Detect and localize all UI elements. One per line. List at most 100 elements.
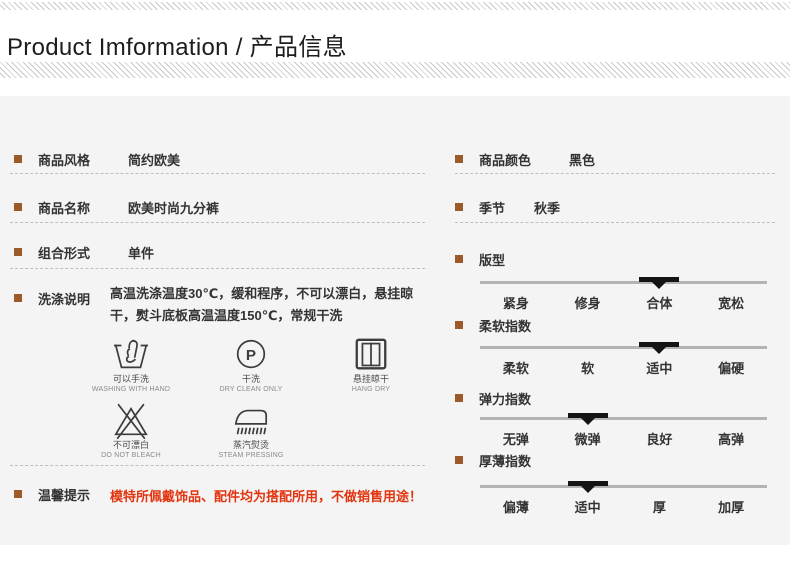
product-info-page: Product Imformation / 产品信息 商品风格 简约欧美 商品名… bbox=[0, 0, 790, 584]
slider-options: 柔软 软 适中 偏硬 bbox=[480, 358, 767, 377]
attr-label: 商品颜色 bbox=[479, 152, 532, 168]
attr-row-color: 商品颜色 黑色 bbox=[455, 151, 596, 168]
attr-row-elasticity: 弹力指数 bbox=[455, 390, 532, 407]
bullet-square-icon bbox=[14, 294, 22, 302]
wash-care-label-en: HANG DRY bbox=[351, 386, 391, 393]
wash-care-label-zh: 可以手洗 bbox=[112, 374, 149, 384]
slider-marker-icon bbox=[639, 342, 680, 354]
bullet-square-icon bbox=[14, 248, 22, 256]
slider-option: 无弹 bbox=[502, 432, 529, 447]
warm-tips-text: 模特所佩戴饰品、配件均为搭配所用，不做销售用途！ bbox=[110, 489, 423, 504]
elasticity-slider: 无弹 微弹 良好 高弹 bbox=[480, 413, 767, 451]
top-hatch-stripe bbox=[0, 2, 790, 10]
attr-label: 组合形式 bbox=[38, 245, 91, 261]
wash-care-label-en: DO NOT BLEACH bbox=[101, 452, 161, 459]
slider-option: 加厚 bbox=[718, 500, 745, 515]
slider-track bbox=[480, 485, 767, 488]
slider-option: 修身 bbox=[574, 296, 601, 311]
softness-slider: 柔软 软 适中 偏硬 bbox=[480, 342, 767, 380]
slider-track bbox=[480, 346, 767, 349]
attr-row-name: 商品名称 欧美时尚九分裤 bbox=[14, 199, 220, 216]
bullet-square-icon bbox=[455, 456, 463, 464]
attr-label: 商品名称 bbox=[38, 200, 91, 216]
slider-option: 偏薄 bbox=[502, 500, 529, 515]
wash-care-label-en: DRY CLEAN ONLY bbox=[219, 386, 283, 393]
fit-slider: 紧身 修身 合体 宽松 bbox=[480, 277, 767, 315]
wash-care-label-en: WASHING WITH HAND bbox=[91, 386, 171, 393]
attr-row-thickness: 厚薄指数 bbox=[455, 452, 532, 469]
slider-option: 软 bbox=[581, 361, 595, 376]
bullet-square-icon bbox=[455, 203, 463, 211]
wash-care-label-zh: 干洗 bbox=[241, 374, 260, 384]
attr-row-style: 商品风格 简约欧美 bbox=[14, 151, 181, 168]
dashed-divider bbox=[455, 173, 775, 174]
slider-marker-icon bbox=[567, 413, 608, 425]
slider-track bbox=[480, 417, 767, 420]
slider-option: 紧身 bbox=[502, 296, 529, 311]
slider-option: 良好 bbox=[646, 432, 673, 447]
bullet-square-icon bbox=[455, 321, 463, 329]
attr-row-washing: 洗涤说明 bbox=[14, 290, 91, 307]
slider-option: 微弹 bbox=[574, 432, 601, 447]
attr-label: 洗涤说明 bbox=[38, 291, 91, 307]
attr-label: 商品风格 bbox=[38, 152, 91, 168]
slider-options: 偏薄 适中 厚 加厚 bbox=[480, 497, 767, 516]
washing-instructions-text: 高温洗涤温度30℃，缓和程序，不可以漂白，悬挂晾干，熨斗底板高温温度150℃，常… bbox=[110, 286, 414, 323]
bullet-square-icon bbox=[455, 255, 463, 263]
no-bleach-icon bbox=[114, 403, 148, 440]
page-title: Product Imformation / 产品信息 bbox=[7, 34, 347, 61]
dashed-divider bbox=[10, 173, 425, 174]
slider-option: 适中 bbox=[574, 500, 601, 515]
attr-label: 柔软指数 bbox=[479, 318, 532, 334]
wash-care-item: 可以手洗 WASHING WITH HAND bbox=[71, 336, 191, 394]
attr-row-softness: 柔软指数 bbox=[455, 317, 532, 334]
attr-row-tips: 温馨提示 bbox=[14, 486, 91, 503]
attr-value: 简约欧美 bbox=[128, 152, 181, 168]
wash-care-item: P 干洗 DRY CLEAN ONLY bbox=[191, 336, 311, 394]
slider-marker-icon bbox=[639, 277, 680, 289]
slider-option: 宽松 bbox=[718, 296, 745, 311]
slider-option: 厚 bbox=[652, 500, 666, 515]
wash-care-label-zh: 不可漂白 bbox=[112, 440, 149, 450]
product-attributes-panel: 商品风格 简约欧美 商品名称 欧美时尚九分裤 组合形式 单件 洗涤说明 高温洗涤… bbox=[0, 96, 790, 545]
slider-option: 高弹 bbox=[718, 432, 745, 447]
dashed-divider bbox=[10, 268, 425, 269]
wash-care-item: 不可漂白 DO NOT BLEACH bbox=[71, 402, 191, 460]
hang-dry-icon bbox=[355, 338, 387, 370]
attr-label: 温馨提示 bbox=[38, 487, 91, 503]
wash-care-label-en: STEAM PRESSING bbox=[218, 452, 284, 459]
dashed-divider bbox=[10, 222, 425, 223]
slider-options: 紧身 修身 合体 宽松 bbox=[480, 293, 767, 312]
bullet-square-icon bbox=[455, 155, 463, 163]
slider-option: 偏硬 bbox=[718, 361, 745, 376]
attr-value: 黑色 bbox=[569, 152, 596, 168]
slider-option: 柔软 bbox=[502, 361, 529, 376]
slider-marker-icon bbox=[567, 481, 608, 493]
thickness-slider: 偏薄 适中 厚 加厚 bbox=[480, 481, 767, 519]
wash-care-item: 蒸汽熨烫 STEAM PRESSING bbox=[191, 402, 311, 460]
dry-clean-icon: P bbox=[236, 339, 266, 369]
attr-row-fit: 版型 bbox=[455, 251, 506, 268]
attr-label: 厚薄指数 bbox=[479, 453, 532, 469]
title-underline-hatch-stripe bbox=[0, 62, 790, 78]
bullet-square-icon bbox=[14, 490, 22, 498]
attr-row-combination: 组合形式 单件 bbox=[14, 244, 155, 261]
dry-clean-letter: P bbox=[246, 347, 256, 364]
wash-care-item: 悬挂晾干 HANG DRY bbox=[311, 336, 431, 394]
slider-track bbox=[480, 281, 767, 284]
attr-value: 秋季 bbox=[534, 200, 561, 216]
hand-wash-icon bbox=[113, 339, 149, 369]
bullet-square-icon bbox=[14, 203, 22, 211]
steam-press-icon bbox=[234, 409, 268, 435]
attr-value: 单件 bbox=[128, 245, 155, 261]
attr-row-season: 季节 秋季 bbox=[455, 199, 561, 216]
attr-label: 弹力指数 bbox=[479, 391, 532, 407]
slider-option: 合体 bbox=[646, 296, 673, 311]
attr-value: 欧美时尚九分裤 bbox=[128, 200, 220, 216]
attr-label: 版型 bbox=[479, 252, 506, 268]
slider-options: 无弹 微弹 良好 高弹 bbox=[480, 429, 767, 448]
wash-care-label-zh: 悬挂晾干 bbox=[352, 374, 389, 384]
wash-care-label-zh: 蒸汽熨烫 bbox=[232, 440, 269, 450]
bullet-square-icon bbox=[455, 394, 463, 402]
slider-option: 适中 bbox=[646, 361, 673, 376]
